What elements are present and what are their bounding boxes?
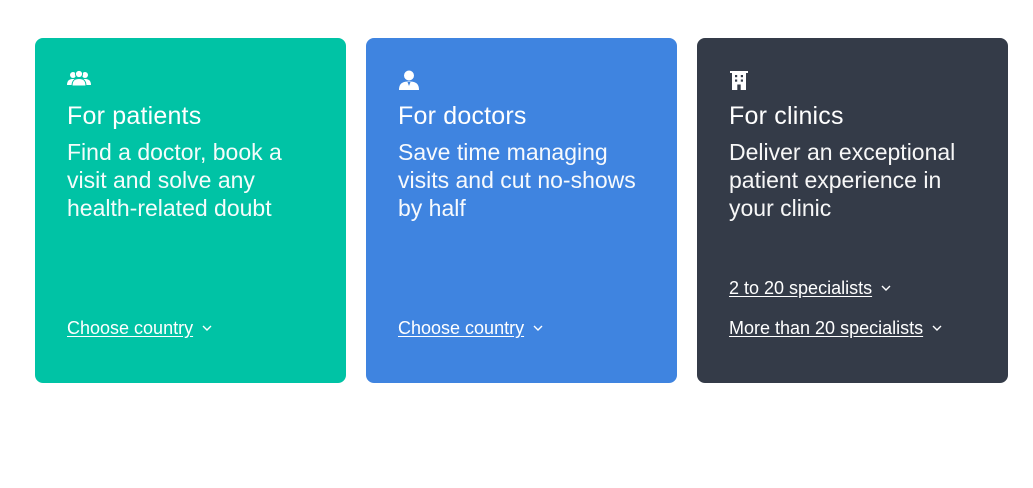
card-title: For clinics <box>729 102 844 130</box>
doctor-icon <box>398 70 422 92</box>
card-links: Choose country <box>398 317 544 339</box>
card-links: 2 to 20 specialists More than 20 special… <box>729 277 943 339</box>
chevron-down-icon <box>932 325 942 331</box>
chevron-down-icon <box>881 285 891 291</box>
users-icon <box>67 70 91 92</box>
link-label: More than 20 specialists <box>729 318 924 338</box>
card-clinics: For clinics Deliver an exceptional patie… <box>697 38 1008 383</box>
large-clinic-link[interactable]: More than 20 specialists <box>729 317 943 339</box>
link-label: Choose country <box>398 318 525 338</box>
link-label: 2 to 20 specialists <box>729 278 873 298</box>
card-title: For doctors <box>398 102 527 130</box>
card-description: Save time managing visits and cut no-sho… <box>398 139 636 221</box>
card-patients: For patients Find a doctor, book a visit… <box>35 38 346 383</box>
card-description: Find a doctor, book a visit and solve an… <box>67 139 282 221</box>
card-title: For patients <box>67 102 202 130</box>
chevron-down-icon <box>533 325 543 331</box>
card-links: Choose country <box>67 317 213 339</box>
card-doctors: For doctors Save time managing visits an… <box>366 38 677 383</box>
audience-cards: For patients Find a doctor, book a visit… <box>35 38 1008 383</box>
building-icon <box>729 70 753 92</box>
small-clinic-link[interactable]: 2 to 20 specialists <box>729 277 943 299</box>
card-description: Deliver an exceptional patient experienc… <box>729 139 956 221</box>
choose-country-link[interactable]: Choose country <box>398 317 544 339</box>
choose-country-link[interactable]: Choose country <box>67 317 213 339</box>
chevron-down-icon <box>202 325 212 331</box>
link-label: Choose country <box>67 318 194 338</box>
